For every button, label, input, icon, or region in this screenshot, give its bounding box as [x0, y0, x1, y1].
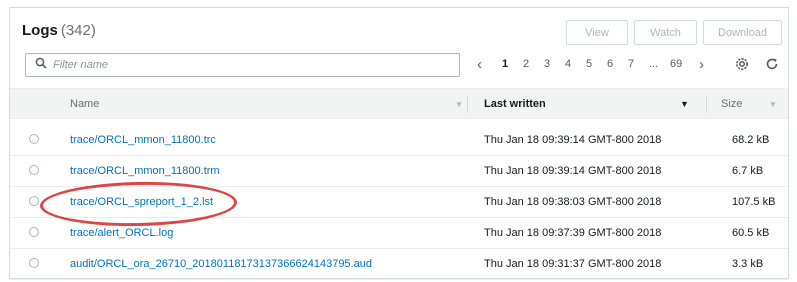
- size-cell: 60.5 kB: [732, 227, 770, 239]
- page-6[interactable]: 6: [607, 58, 613, 70]
- table-row[interactable]: trace/alert_ORCL.log Thu Jan 18 09:37:39…: [10, 218, 788, 249]
- table-row[interactable]: trace/ORCL_mmon_11800.trc Thu Jan 18 09:…: [10, 125, 788, 156]
- view-button[interactable]: View: [566, 20, 628, 45]
- table-header: Name ▼ Last written ▼ Size ▼: [10, 88, 788, 119]
- size-cell: 68.2 kB: [732, 134, 770, 146]
- filter-name-input[interactable]: [53, 59, 433, 71]
- size-cell: 107.5 kB: [732, 196, 776, 208]
- sort-caret-icon[interactable]: ▼: [769, 100, 777, 109]
- log-file-link[interactable]: trace/ORCL_mmon_11800.trc: [70, 134, 216, 146]
- chevron-right-icon[interactable]: ›: [699, 56, 704, 73]
- page-4[interactable]: 4: [565, 58, 571, 70]
- page-1[interactable]: 1: [502, 58, 508, 70]
- log-file-link[interactable]: trace/ORCL_mmon_11800.trm: [70, 165, 220, 177]
- column-name[interactable]: Name: [70, 98, 99, 110]
- log-file-link[interactable]: trace/ORCL_spreport_1_2.lst: [70, 196, 213, 208]
- gear-icon[interactable]: [735, 57, 749, 76]
- table-row[interactable]: audit/ORCL_ora_26710_2018011817313736662…: [10, 249, 788, 280]
- row-select-radio[interactable]: [29, 165, 39, 175]
- last-written-cell: Thu Jan 18 09:39:14 GMT-800 2018: [484, 134, 662, 146]
- log-count: (342): [60, 22, 96, 39]
- row-select-radio[interactable]: [29, 227, 39, 237]
- page-69[interactable]: 69: [670, 58, 682, 70]
- last-written-cell: Thu Jan 18 09:39:14 GMT-800 2018: [484, 165, 662, 177]
- size-cell: 6.7 kB: [732, 165, 764, 177]
- filter-box[interactable]: [25, 53, 460, 77]
- page-2[interactable]: 2: [523, 58, 529, 70]
- download-button[interactable]: Download: [703, 20, 782, 45]
- last-written-cell: Thu Jan 18 09:38:03 GMT-800 2018: [484, 196, 662, 208]
- column-last-written[interactable]: Last written: [484, 98, 546, 110]
- size-cell: 3.3 kB: [732, 258, 764, 270]
- sort-caret-icon[interactable]: ▼: [455, 100, 463, 109]
- column-divider[interactable]: [706, 96, 707, 113]
- page-title: Logs (342): [22, 22, 96, 39]
- title-label: Logs: [22, 22, 58, 39]
- row-select-radio[interactable]: [29, 196, 39, 206]
- search-icon: [35, 56, 53, 74]
- sort-caret-icon[interactable]: ▼: [680, 99, 689, 109]
- page-ellipsis: ...: [649, 58, 659, 70]
- row-select-radio[interactable]: [29, 258, 39, 268]
- row-select-radio[interactable]: [29, 134, 39, 144]
- log-file-link[interactable]: trace/alert_ORCL.log: [70, 227, 173, 239]
- last-written-cell: Thu Jan 18 09:37:39 GMT-800 2018: [484, 227, 662, 239]
- page-7[interactable]: 7: [628, 58, 634, 70]
- log-file-link[interactable]: audit/ORCL_ora_26710_2018011817313736662…: [70, 258, 372, 270]
- last-written-cell: Thu Jan 18 09:31:37 GMT-800 2018: [484, 258, 662, 270]
- column-size[interactable]: Size: [721, 98, 742, 110]
- page-3[interactable]: 3: [544, 58, 550, 70]
- table-row[interactable]: trace/ORCL_spreport_1_2.lst Thu Jan 18 0…: [10, 187, 788, 218]
- table-row[interactable]: trace/ORCL_mmon_11800.trm Thu Jan 18 09:…: [10, 156, 788, 187]
- page-5[interactable]: 5: [586, 58, 592, 70]
- refresh-icon[interactable]: [765, 57, 779, 76]
- watch-button[interactable]: Watch: [634, 20, 697, 45]
- column-divider[interactable]: [467, 96, 468, 113]
- chevron-left-icon[interactable]: ‹: [477, 56, 482, 73]
